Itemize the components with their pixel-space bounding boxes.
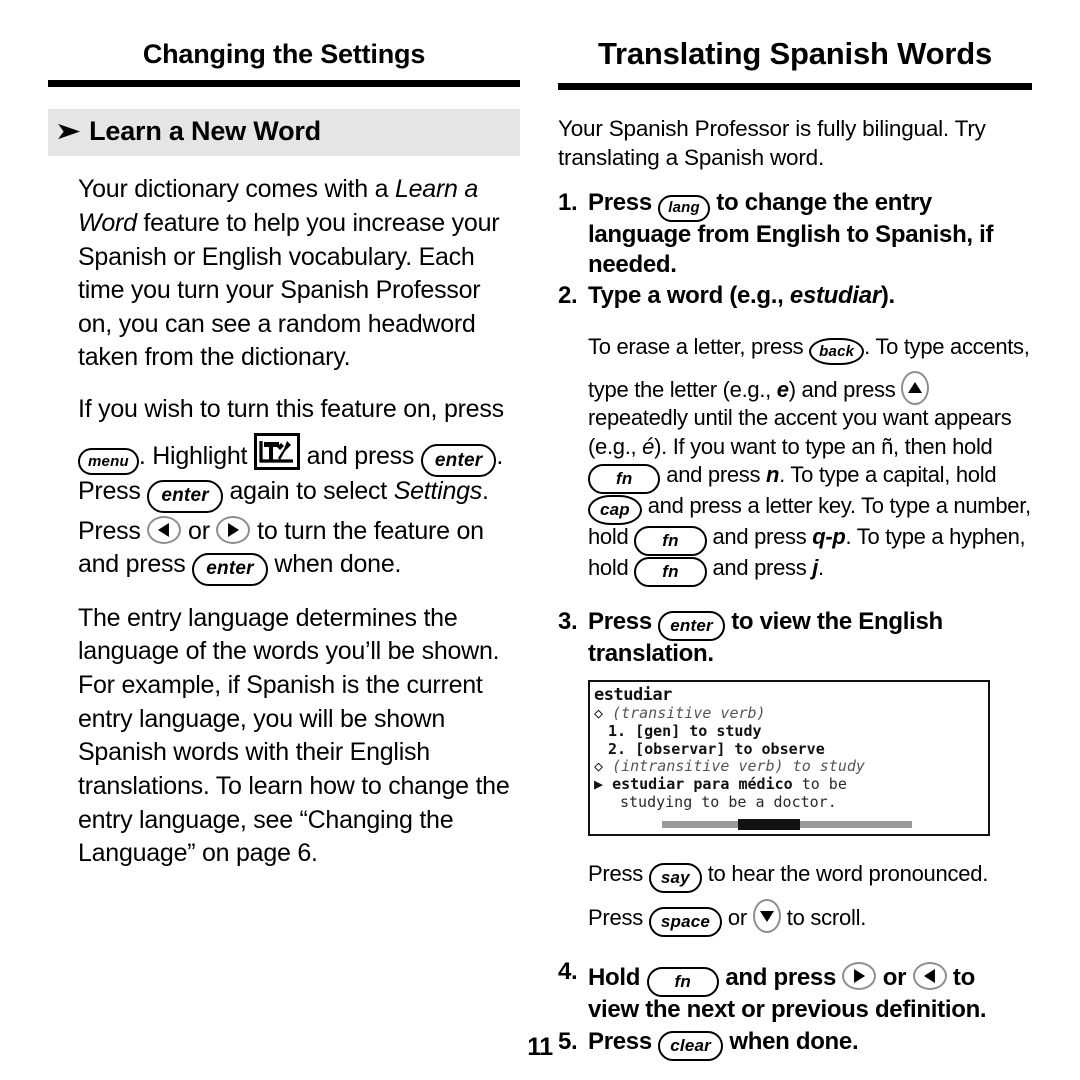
step-3: 3. Press enter to view the English trans… [558,607,1032,669]
step-1-number: 1. [558,189,578,217]
note-text-c: Press [588,905,649,931]
step-2: 2. Type a word (e.g., estudiar). [558,281,1032,311]
step-2-emphasis: estudiar [789,282,881,310]
sub-emphasis-eacute: é [642,433,655,459]
key-fn-step4[interactable]: fn [646,967,719,998]
sub-text-l: . [818,554,824,580]
manual-page: Changing the Settings ➤ Learn a New Word… [0,0,1080,1080]
lcd-headword: estudiar [594,685,672,706]
lcd-line-6-spanish: estudiar para médico [612,775,793,794]
p1-text-a: Your dictionary comes with a [78,175,395,204]
step-4-text-b: and press [718,964,843,992]
up-arrow-key[interactable] [901,371,930,406]
arrowhead-bullet-icon: ➤ [54,116,82,145]
sub-text-e: ). If you want to type an ñ, then hold [654,433,993,459]
steps-list: 1. Press lang to change the entry langua… [558,188,1032,1061]
sub-text-k: and press [706,554,813,580]
sub-text-g: . To type a capital, hold [779,461,997,487]
right-arrow-key[interactable] [216,515,251,544]
note-text-b: to hear the word pronounced. [701,861,989,887]
note-text-e: to scroll. [780,905,867,931]
sub-text-f: and press [660,461,766,487]
note-text-a: Press [588,861,649,887]
sub-text-i: and press [706,523,813,549]
tools-icon[interactable] [253,432,300,470]
note-text-d: or [722,905,753,931]
p2-emphasis-settings: Settings [393,477,483,506]
p2-text-b: . Highlight [138,441,254,470]
step-2-detail: To erase a letter, press back . To type a… [588,333,1032,587]
step-1: 1. Press lang to change the entry langua… [558,188,1032,279]
key-cap[interactable]: cap [588,494,642,525]
key-enter-step3[interactable]: enter [658,610,725,641]
lcd-line-5: ◇ (intransitive verb) to study [594,758,988,776]
p2-text-c: and press [299,441,421,470]
p2-text-i: when done. [267,550,402,579]
step-2-number: 2. [558,282,578,310]
p2-text-a: If you wish to turn this feature on, pre… [78,395,504,424]
step-1-text-a: Press [588,189,659,217]
p1-text-b: feature to help you increase your Spanis… [78,208,500,372]
left-column: Changing the Settings ➤ Learn a New Word… [48,0,520,871]
right-running-head: Translating Spanish Words [597,36,993,71]
key-lang[interactable]: lang [658,194,710,222]
p2-text-g: or [181,516,217,545]
key-space[interactable]: space [648,907,723,938]
lcd-line-7: studying to be a doctor. [620,792,837,811]
sub-text-c: ) and press [788,377,902,403]
lcd-line-2-text: (transitive verb) [612,704,766,723]
section-heading-band: ➤ Learn a New Word [48,109,520,157]
lcd-screen-illustration: estudiar ◇ (transitive verb) 1. [gen] to… [588,680,990,837]
right-arrow-key-step4[interactable] [842,962,877,991]
key-back[interactable]: back [809,338,865,366]
key-enter-1[interactable]: enter [420,444,497,478]
lcd-line-2: ◇ (transitive verb) [594,705,988,723]
left-running-head: Changing the Settings [142,39,426,69]
sub-text-a: To erase a letter, press [588,333,810,359]
step-3-number: 3. [558,607,578,635]
down-arrow-key[interactable] [752,899,781,934]
key-say[interactable]: say [648,863,702,894]
key-fn-3[interactable]: fn [634,556,707,587]
page-number: 11 [527,1033,553,1061]
left-paragraph-1: Your dictionary comes with a Learn a Wor… [78,173,520,375]
right-header-rule [558,82,1032,90]
lcd-line-3: 1. [gen] to study [608,722,762,741]
step-4-text-c: or [876,964,913,992]
left-arrow-key[interactable] [147,515,182,544]
key-enter-3[interactable]: enter [192,552,268,586]
sub-emphasis-e: e [776,377,789,403]
lcd-pointer-icon: ▶ [594,775,604,794]
right-intro-paragraph: Your Spanish Professor is fully bilingua… [558,115,986,171]
step-4-number: 4. [558,958,578,986]
p2-text-e: again to select [222,477,394,506]
step-2-text-b: ). [880,282,895,310]
step-2-text-a: Type a word (e.g., [588,282,790,310]
lcd-diamond-icon-2: ◇ [594,757,604,776]
left-header-rule [48,80,520,88]
key-fn-1[interactable]: fn [588,463,661,494]
step-4: 4. Hold fn and press or to view the next… [558,957,1032,1025]
lcd-line-5-text: (intransitive verb) to study [612,757,865,776]
lcd-line-6-english: to be [792,775,847,794]
step-3-text-a: Press [588,607,659,635]
lcd-line-4: 2. [observar] to observe [608,739,825,758]
right-column: Translating Spanish Words Your Spanish P… [558,0,1032,1061]
lcd-line-6: ▶ estudiar para médico to be [594,775,988,794]
lcd-scrollbar-thumb[interactable] [738,819,800,831]
section-title: Learn a New Word [89,116,321,147]
left-arrow-key-step4[interactable] [912,962,947,991]
key-menu[interactable]: menu [78,448,139,476]
after-lcd-notes: Press say to hear the word pronounced. Pr… [588,858,1032,938]
lcd-scrollbar[interactable] [662,819,912,831]
step-4-text-a: Hold [588,964,647,992]
lcd-diamond-icon: ◇ [594,704,604,723]
left-paragraph-2: If you wish to turn this feature on, pre… [78,393,520,586]
sub-emphasis-n: n [766,461,780,487]
sub-emphasis-qp: q-p [812,523,846,549]
key-enter-2[interactable]: enter [147,479,223,513]
key-fn-2[interactable]: fn [634,525,707,556]
left-paragraph-3: The entry language determines the langua… [78,603,510,868]
